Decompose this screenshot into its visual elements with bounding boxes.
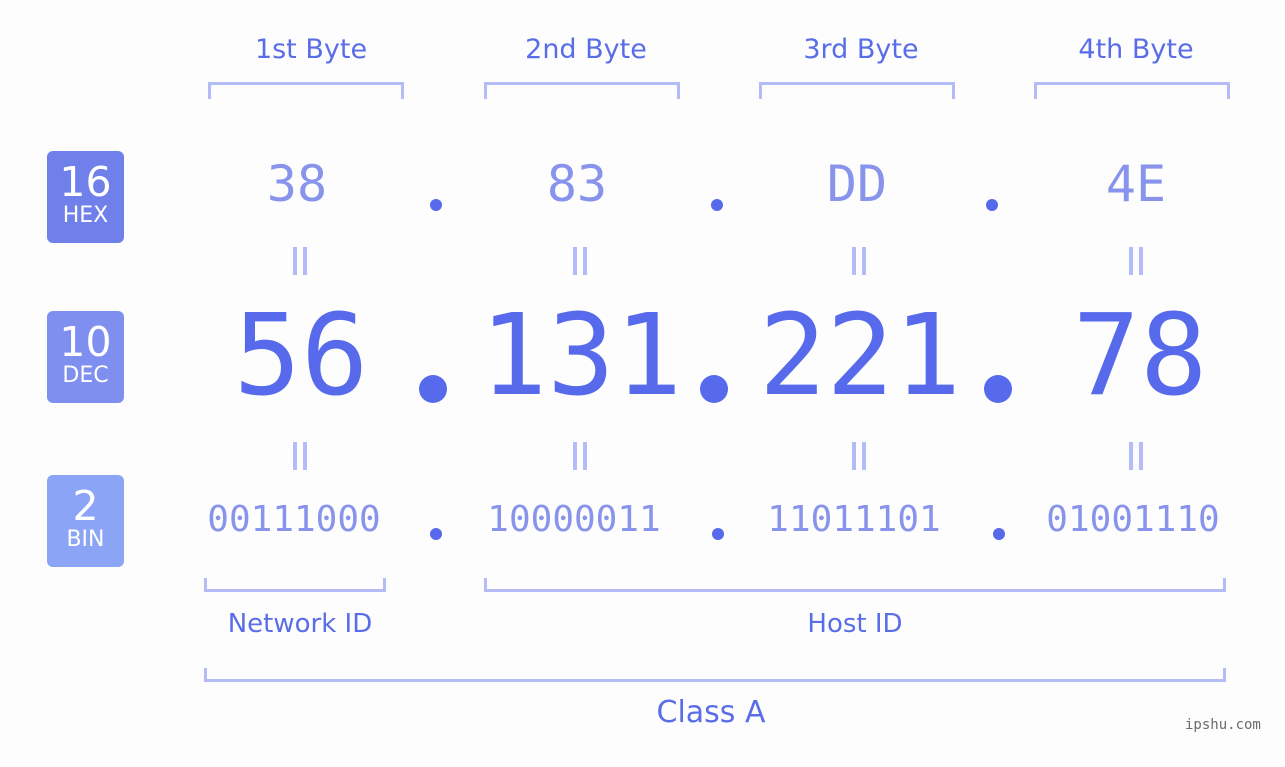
equals-icon (852, 442, 866, 470)
equals-icon (293, 247, 307, 275)
byte-header-4: 4th Byte (1078, 34, 1194, 65)
byte-bracket-1 (208, 82, 404, 99)
dec-byte-4: 78 (1072, 291, 1208, 421)
class-bracket (204, 668, 1226, 682)
hex-badge: 16 HEX (47, 151, 124, 243)
byte-bracket-2 (484, 82, 680, 99)
dec-badge: 10 DEC (47, 311, 124, 403)
byte-bracket-4 (1034, 82, 1230, 99)
bin-byte-4: 01001110 (1046, 499, 1220, 540)
dec-badge-base: 10 (59, 318, 112, 366)
bin-badge-label: BIN (66, 527, 105, 552)
equals-icon (293, 442, 307, 470)
bin-byte-1: 00111000 (207, 499, 381, 540)
class-label: Class A (656, 695, 766, 730)
host-id-label: Host ID (807, 609, 903, 639)
hex-byte-3: DD (826, 155, 888, 213)
network-id-label: Network ID (227, 609, 373, 639)
dec-badge-label: DEC (62, 363, 109, 388)
hex-badge-base: 16 (59, 158, 112, 206)
equals-icon (1129, 442, 1143, 470)
watermark: ipshu.com (1185, 717, 1261, 733)
equals-icon (573, 247, 587, 275)
hex-separator-dot (711, 199, 723, 211)
bin-badge-base: 2 (72, 482, 99, 530)
dec-byte-3: 221 (758, 291, 962, 421)
byte-header-1: 1st Byte (254, 34, 368, 65)
host-id-bracket (484, 578, 1226, 592)
bin-badge: 2 BIN (47, 475, 124, 567)
equals-icon (1129, 247, 1143, 275)
bin-separator-dot (712, 528, 724, 540)
dec-separator-dot (419, 375, 447, 403)
dec-byte-2: 131 (479, 291, 683, 421)
bin-separator-dot (430, 528, 442, 540)
byte-header-2: 2nd Byte (525, 34, 647, 65)
byte-bracket-3 (759, 82, 955, 99)
dec-separator-dot (984, 375, 1012, 403)
hex-badge-label: HEX (62, 203, 109, 228)
byte-header-3: 3rd Byte (803, 34, 919, 65)
hex-byte-1: 38 (266, 155, 328, 213)
equals-icon (852, 247, 866, 275)
dec-byte-1: 56 (233, 291, 369, 421)
hex-separator-dot (986, 199, 998, 211)
dec-separator-dot (700, 375, 728, 403)
bin-byte-3: 11011101 (767, 499, 941, 540)
hex-separator-dot (430, 199, 442, 211)
equals-icon (573, 442, 587, 470)
hex-byte-4: 4E (1105, 155, 1167, 213)
bin-byte-2: 10000011 (487, 499, 661, 540)
hex-byte-2: 83 (546, 155, 608, 213)
bin-separator-dot (993, 528, 1005, 540)
network-id-bracket (204, 578, 386, 592)
